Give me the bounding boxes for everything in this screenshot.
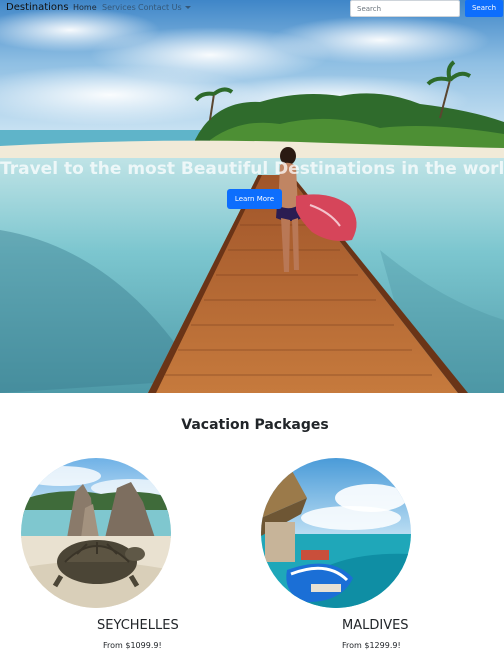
seychelles-image[interactable] [21,458,171,608]
package-price-maldives: From $1299.9! [342,641,401,650]
maldives-image[interactable] [261,458,411,608]
search-input[interactable] [350,0,460,17]
hero-banner: Destinations Home Services Contact Us Se… [0,0,504,393]
nav-link-home[interactable]: Home [73,3,97,12]
package-price-seychelles: From $1099.9! [103,641,162,650]
package-name-maldives: MALDIVES [342,618,409,633]
nav-link-contact[interactable]: Contact Us [138,3,191,12]
brand-logo[interactable]: Destinations [6,2,69,13]
chevron-down-icon [184,6,191,9]
navbar: Destinations Home Services Contact Us Se… [0,0,504,17]
section-title: Vacation Packages [181,417,329,433]
learn-more-button[interactable]: Learn More [227,189,282,209]
hero-title: Travel to the most Beautiful Destination… [0,159,504,179]
search-button[interactable]: Search [465,0,503,17]
nav-link-services[interactable]: Services [102,3,136,12]
package-name-seychelles: SEYCHELLES [97,618,179,633]
nav-link-contact-label: Contact Us [138,3,182,12]
